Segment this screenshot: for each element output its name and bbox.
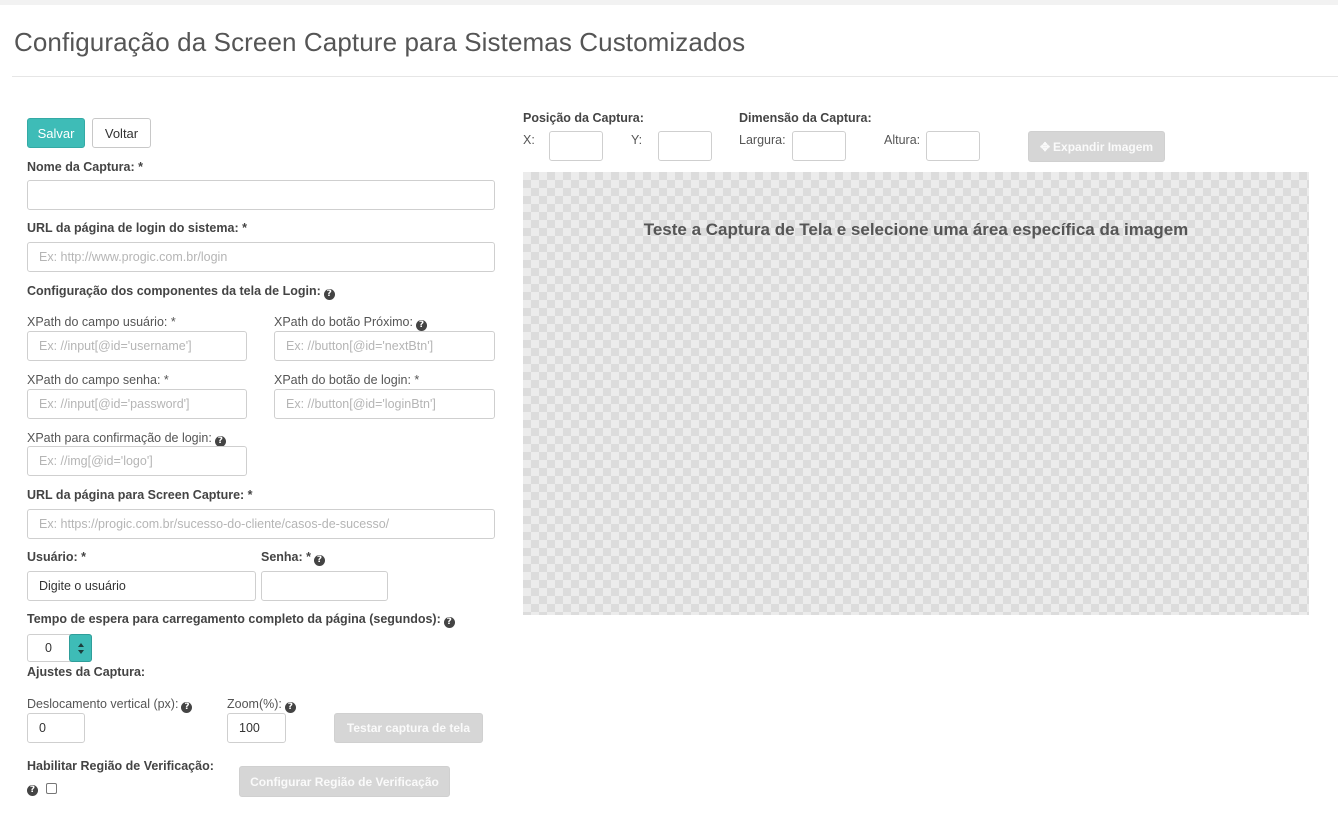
login-components-label: Configuração dos componentes da tela de … (27, 284, 335, 300)
zoom-text: Zoom(%): (227, 697, 282, 711)
capture-dimension-label: Dimensão da Captura: (739, 111, 872, 125)
vertical-offset-input[interactable] (27, 713, 85, 743)
help-icon[interactable]: ? (284, 702, 296, 713)
capture-position-label: Posição da Captura: (523, 111, 644, 125)
x-label: X: (523, 133, 535, 147)
capture-url-label: URL da página para Screen Capture: * (27, 488, 253, 502)
adjust-label: Ajustes da Captura: (27, 665, 146, 679)
login-components-text: Configuração dos componentes da tela de … (27, 284, 321, 298)
user-label: Usuário: * (27, 550, 87, 564)
expand-image-button[interactable]: ✥ Expandir Imagem (1028, 131, 1165, 162)
help-icon[interactable]: ? (27, 785, 38, 796)
login-url-label: URL da página de login do sistema: * (27, 221, 247, 235)
xpath-user-label: XPath do campo usuário: * (27, 315, 176, 329)
help-icon[interactable]: ? (415, 320, 427, 331)
wait-time-text: Tempo de espera para carregamento comple… (27, 612, 441, 626)
wait-time-value: 0 (45, 641, 52, 655)
width-input[interactable] (792, 131, 846, 161)
login-url-input[interactable] (27, 242, 495, 272)
help-icon[interactable]: ? (443, 617, 455, 628)
back-button[interactable]: Voltar (92, 118, 151, 148)
page-title: Configuração da Screen Capture para Sist… (14, 27, 746, 57)
zoom-label: Zoom(%):? (227, 697, 296, 713)
help-icon[interactable]: ? (323, 289, 335, 300)
xpath-next-text: XPath do botão Próximo: (274, 315, 413, 329)
y-input[interactable] (658, 131, 712, 161)
xpath-next-input[interactable] (274, 331, 495, 361)
y-label: Y: (631, 133, 643, 147)
expand-arrows-icon: ✥ (1039, 139, 1051, 154)
password-input[interactable] (261, 571, 388, 601)
capture-name-input[interactable] (27, 180, 495, 210)
width-label: Largura: (739, 133, 786, 147)
configure-region-button[interactable]: Configurar Região de Verificação (239, 766, 450, 797)
title-divider (12, 76, 1338, 77)
x-input[interactable] (549, 131, 603, 161)
capture-url-input[interactable] (27, 509, 495, 539)
xpath-confirm-label: XPath para confirmação de login:? (27, 431, 226, 447)
password-label: Senha: *? (261, 550, 326, 566)
height-label: Altura: (884, 133, 921, 147)
password-label-text: Senha: * (261, 550, 312, 564)
wait-time-label: Tempo de espera para carregamento comple… (27, 612, 455, 628)
xpath-confirm-text: XPath para confirmação de login: (27, 431, 212, 445)
xpath-login-button-input[interactable] (274, 389, 495, 419)
expand-image-label: Expandir Imagem (1053, 139, 1154, 154)
help-icon[interactable]: ? (181, 702, 193, 713)
verification-label: Habilitar Região de Verificação: (27, 759, 214, 773)
xpath-login-button-label: XPath do botão de login: * (274, 373, 420, 387)
stepper-up-icon[interactable] (78, 643, 84, 647)
stepper-spin-buttons[interactable] (69, 634, 92, 662)
xpath-password-input[interactable] (27, 389, 247, 419)
capture-preview-area[interactable]: Teste a Captura de Tela e selecione uma … (523, 172, 1309, 615)
page: Configuração da Screen Capture para Sist… (0, 5, 1338, 814)
capture-name-label: Nome da Captura: * (27, 160, 143, 174)
xpath-confirm-input[interactable] (27, 446, 247, 476)
preview-message: Teste a Captura de Tela e selecione uma … (643, 220, 1189, 239)
verification-checkbox[interactable] (46, 783, 57, 794)
user-input[interactable] (27, 571, 256, 601)
help-icon[interactable]: ? (314, 555, 326, 566)
wait-time-stepper[interactable]: 0 (27, 634, 92, 662)
test-capture-button[interactable]: Testar captura de tela (334, 713, 483, 743)
xpath-password-label: XPath do campo senha: * (27, 373, 169, 387)
save-button[interactable]: Salvar (27, 118, 85, 148)
height-input[interactable] (926, 131, 980, 161)
xpath-next-label: XPath do botão Próximo:? (274, 315, 427, 331)
xpath-user-input[interactable] (27, 331, 247, 361)
vertical-offset-text: Deslocamento vertical (px): (27, 697, 179, 711)
vertical-offset-label: Deslocamento vertical (px):? (27, 697, 193, 713)
zoom-input[interactable] (227, 713, 286, 743)
stepper-down-icon[interactable] (78, 650, 84, 654)
